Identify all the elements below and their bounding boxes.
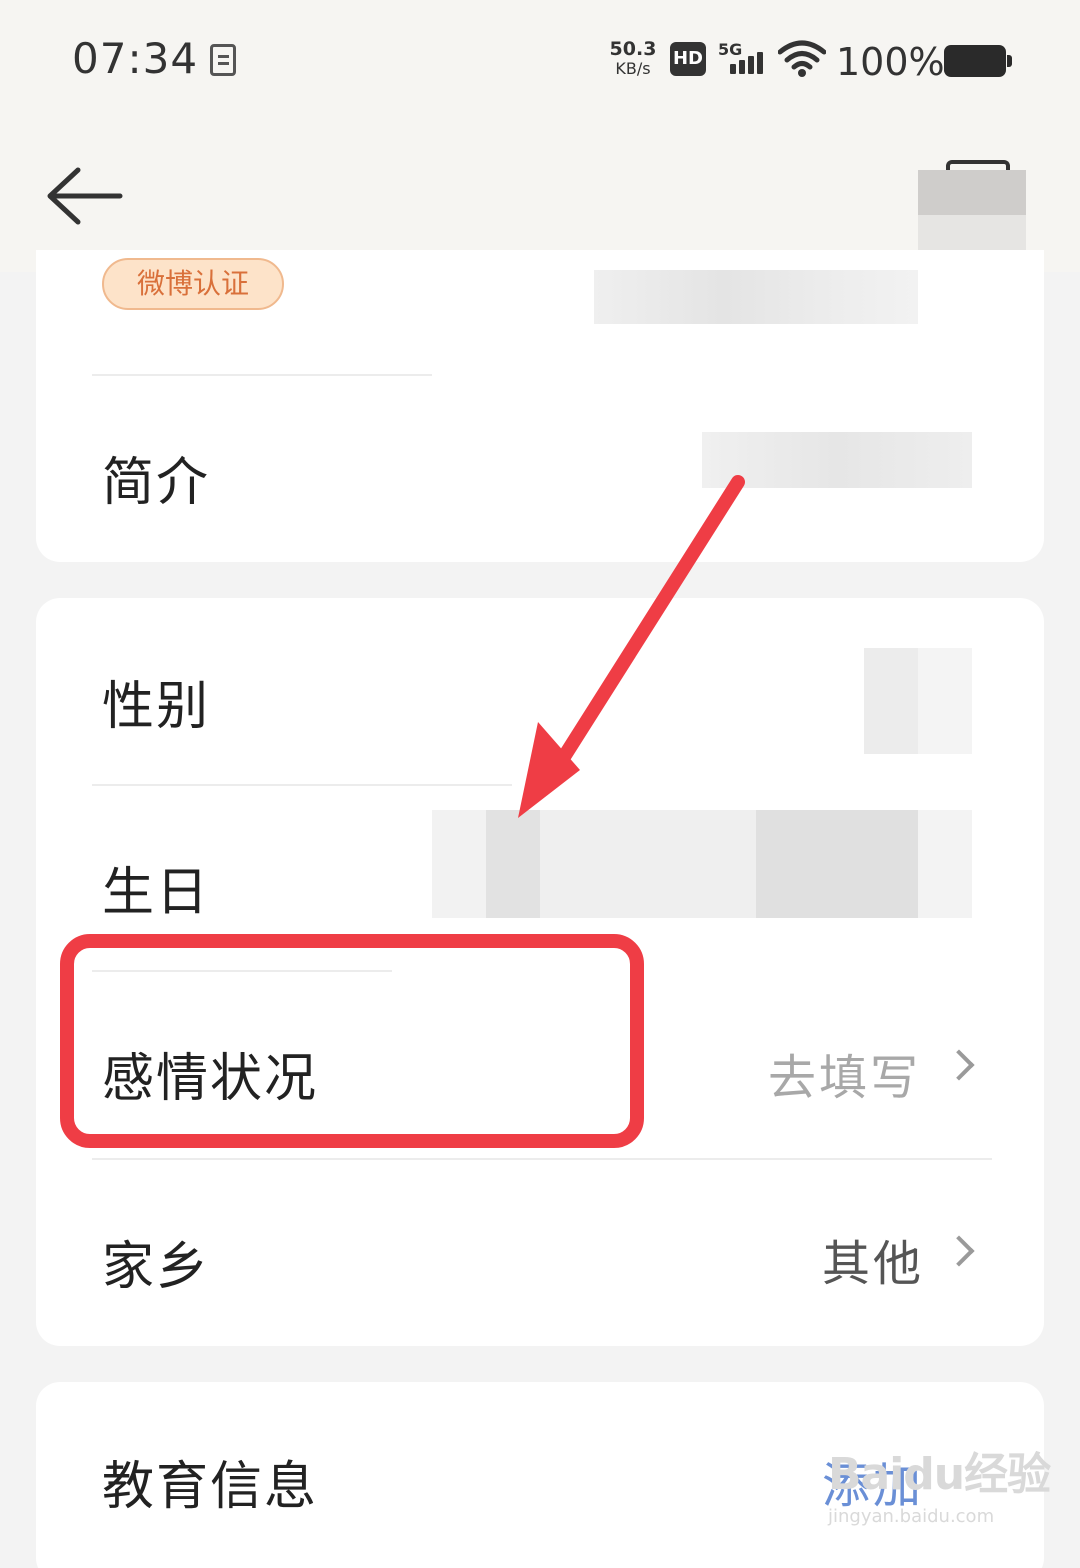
- blurred-value: [864, 648, 972, 754]
- gender-label: 性别: [102, 677, 211, 737]
- network-speed-unit: KB/s: [615, 59, 651, 78]
- row-divider: [92, 374, 432, 376]
- battery-percentage: 100%: [836, 40, 945, 84]
- document-notification-icon: [210, 44, 236, 76]
- network-speed-value: 50.3: [609, 38, 657, 60]
- hometown-label: 家乡: [102, 1237, 211, 1297]
- blurred-value: [594, 270, 918, 324]
- status-time: 07:34: [72, 34, 199, 83]
- watermark-site: jingyan.baidu.com: [828, 1506, 995, 1527]
- row-divider: [92, 784, 512, 786]
- baidu-jingyan-watermark: Baidu经验 jingyan.baidu.com: [828, 1438, 1058, 1548]
- watermark-brand: Baidu经验: [828, 1449, 1051, 1500]
- row-divider: [92, 1158, 992, 1160]
- cellular-signal-icon: 5G: [718, 40, 768, 76]
- network-speed: 50.3 KB/s: [608, 38, 658, 79]
- intro-label: 简介: [102, 453, 211, 513]
- battery-icon: [944, 45, 1012, 77]
- hd-icon: HD: [670, 42, 706, 76]
- birthday-label: 生日: [102, 863, 211, 923]
- red-arrow-annotation: [518, 475, 745, 818]
- hometown-value: 其他: [822, 1236, 925, 1292]
- education-label: 教育信息: [102, 1457, 319, 1517]
- weibo-verified-badge[interactable]: 微博认证: [102, 258, 284, 310]
- back-arrow-icon[interactable]: [44, 164, 124, 228]
- wifi-icon: [778, 40, 826, 77]
- relationship-status-value: 去填写: [768, 1050, 922, 1106]
- network-type-label: 5G: [718, 40, 743, 59]
- status-bar: 07:34 50.3 KB/s HD 5G 100%: [0, 0, 1080, 120]
- chevron-right-icon: [943, 1049, 975, 1081]
- chevron-right-icon: [943, 1235, 975, 1267]
- red-highlight-annotation: [60, 934, 644, 1148]
